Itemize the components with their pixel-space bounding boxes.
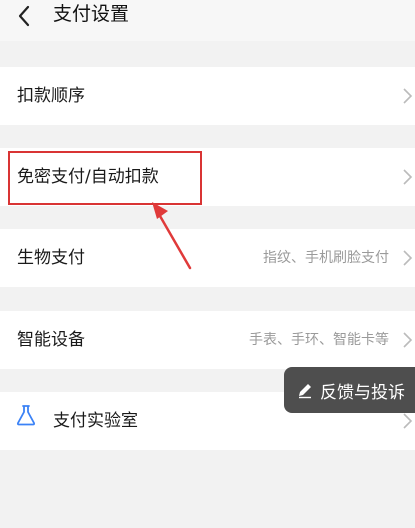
- row-value: 手表、手环、智能卡等: [249, 332, 389, 348]
- page-title: 支付设置: [53, 3, 130, 25]
- chevron-right-icon: [403, 250, 413, 266]
- row-value: 指纹、手机刷脸支付: [263, 250, 389, 266]
- back-button[interactable]: [12, 4, 36, 28]
- pen-icon: [299, 384, 311, 399]
- chevron-right-icon: [403, 332, 413, 348]
- row-label: 扣款顺序: [17, 86, 85, 106]
- chevron-right-icon: [403, 88, 413, 104]
- header-bar: 支付设置: [0, 0, 415, 41]
- red-arrow-annotation: [152, 202, 192, 270]
- feedback-button[interactable]: 反馈与投诉: [284, 367, 415, 413]
- row-label: 支付实验室: [53, 411, 138, 431]
- row-label: 生物支付: [17, 248, 85, 268]
- flask-icon: [16, 405, 36, 426]
- row-deduction-order[interactable]: 扣款顺序: [0, 67, 415, 125]
- chevron-right-icon: [403, 169, 413, 185]
- chevron-right-icon: [403, 413, 413, 429]
- chevron-left-icon: [18, 5, 30, 27]
- row-smart-devices[interactable]: 智能设备 手表、手环、智能卡等: [0, 311, 415, 369]
- feedback-label: 反馈与投诉: [320, 382, 405, 403]
- row-label: 智能设备: [17, 330, 85, 350]
